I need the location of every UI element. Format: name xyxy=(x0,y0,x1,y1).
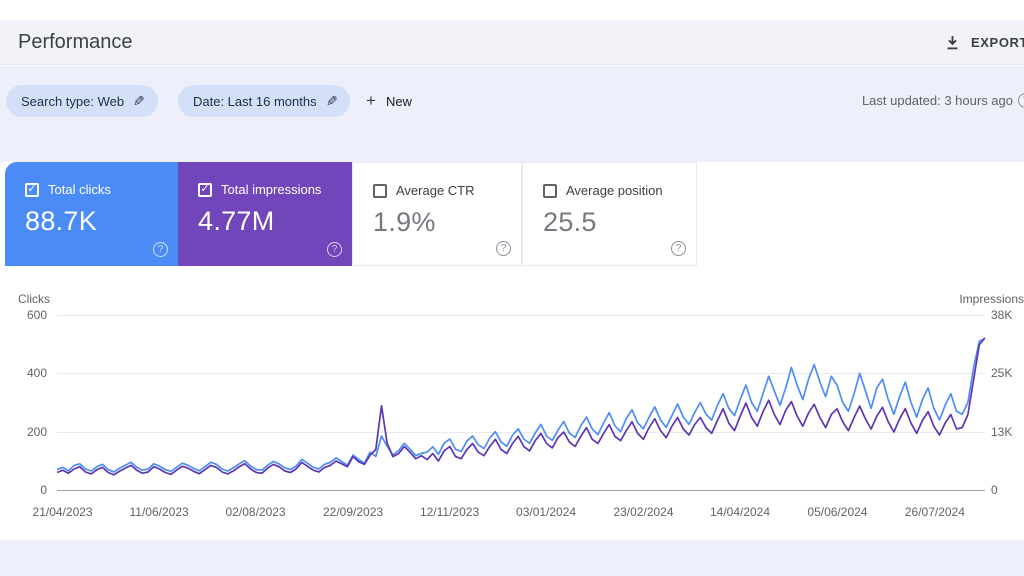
page-bottom-margin xyxy=(0,540,1024,576)
last-updated-text: Last updated: 3 hours ago xyxy=(862,93,1013,108)
download-icon xyxy=(944,34,961,51)
export-button[interactable]: EXPORT xyxy=(944,20,1024,65)
date-tick: 23/02/2024 xyxy=(613,505,673,519)
search-type-chip[interactable]: Search type: Web ✎ xyxy=(6,85,158,117)
new-filter-label: New xyxy=(386,94,412,109)
date-tick: 11/06/2023 xyxy=(129,505,188,519)
date-tick: 03/01/2024 xyxy=(516,505,576,519)
edit-icon: ✎ xyxy=(326,93,338,110)
x-axis-date-labels: 21/04/2023 11/06/2023 02/08/2023 22/09/2… xyxy=(57,505,985,521)
last-updated-status: Last updated: 3 hours ago ? xyxy=(862,93,1024,108)
help-icon[interactable]: ? xyxy=(496,241,511,256)
total-clicks-checkbox[interactable]: ✓ xyxy=(25,183,39,197)
average-ctr-checkbox[interactable] xyxy=(373,184,387,198)
export-label: EXPORT xyxy=(971,35,1024,50)
average-ctr-card[interactable]: Average CTR 1.9% ? xyxy=(352,162,522,266)
date-tick: 12/11/2023 xyxy=(420,505,479,519)
search-console-performance-page: Performance EXPORT Search type: Web ✎ Da… xyxy=(0,0,1024,576)
right-tick-13k: 13K xyxy=(991,425,1012,439)
page-title: Performance xyxy=(18,31,133,54)
left-tick-0: 0 xyxy=(0,483,47,497)
date-tick: 05/06/2024 xyxy=(807,505,867,519)
average-ctr-value: 1.9% xyxy=(373,207,521,238)
search-type-chip-label: Search type: Web xyxy=(21,94,124,109)
right-tick-25k: 25K xyxy=(991,366,1012,380)
right-tick-0: 0 xyxy=(991,483,998,497)
help-icon[interactable]: ? xyxy=(327,242,342,257)
left-axis-title: Clicks xyxy=(18,292,50,306)
page-header: Performance EXPORT xyxy=(0,20,1024,65)
right-tick-38k: 38K xyxy=(991,308,1012,322)
total-impressions-card[interactable]: ✓ Total impressions 4.77M ? xyxy=(178,162,352,266)
date-tick: 26/07/2024 xyxy=(905,505,965,519)
average-position-value: 25.5 xyxy=(543,207,696,238)
new-filter-button[interactable]: + New xyxy=(366,85,412,117)
total-clicks-value: 88.7K xyxy=(25,206,178,237)
average-position-card[interactable]: Average position 25.5 ? xyxy=(522,162,697,266)
date-tick: 02/08/2023 xyxy=(226,505,286,519)
x-axis-line xyxy=(57,490,985,491)
clicks-line-series xyxy=(57,338,985,472)
help-icon[interactable]: ? xyxy=(1018,93,1024,108)
date-tick: 22/09/2023 xyxy=(323,505,383,519)
average-position-checkbox[interactable] xyxy=(543,184,557,198)
right-axis-title: Impressions xyxy=(959,292,1024,306)
left-tick-200: 200 xyxy=(0,425,47,439)
edit-icon: ✎ xyxy=(133,93,145,110)
plus-icon: + xyxy=(366,91,376,111)
total-impressions-checkbox[interactable]: ✓ xyxy=(198,183,212,197)
total-impressions-label: Total impressions xyxy=(221,182,321,197)
date-range-chip-label: Date: Last 16 months xyxy=(193,94,317,109)
average-position-label: Average position xyxy=(566,183,663,198)
date-tick: 21/04/2023 xyxy=(33,505,93,519)
help-icon[interactable]: ? xyxy=(671,241,686,256)
total-clicks-label: Total clicks xyxy=(48,182,111,197)
date-tick: 14/04/2024 xyxy=(710,505,770,519)
performance-line-chart[interactable] xyxy=(57,315,985,490)
total-clicks-card[interactable]: ✓ Total clicks 88.7K ? xyxy=(5,162,178,266)
average-ctr-label: Average CTR xyxy=(396,183,475,198)
date-range-chip[interactable]: Date: Last 16 months ✎ xyxy=(178,85,350,117)
left-tick-400: 400 xyxy=(0,366,47,380)
filter-bar: Search type: Web ✎ Date: Last 16 months … xyxy=(0,66,1024,162)
left-tick-600: 600 xyxy=(0,308,47,322)
total-impressions-value: 4.77M xyxy=(198,206,352,237)
help-icon[interactable]: ? xyxy=(153,242,168,257)
